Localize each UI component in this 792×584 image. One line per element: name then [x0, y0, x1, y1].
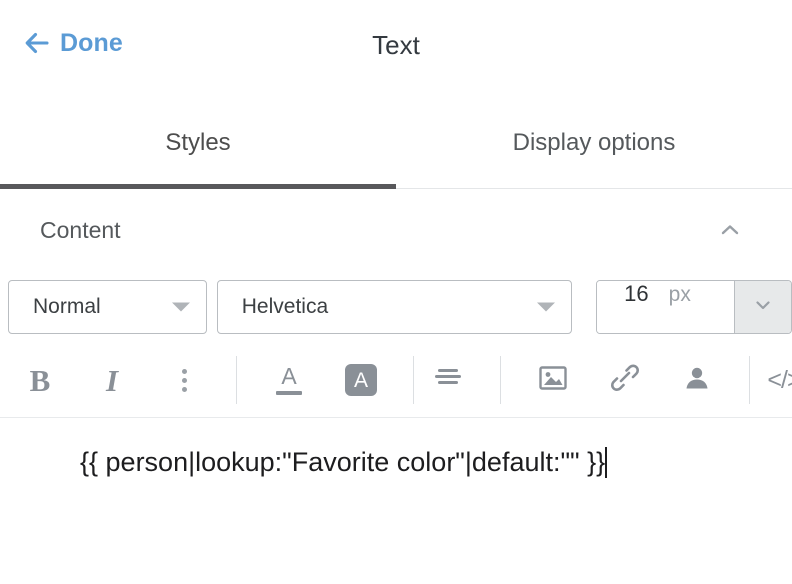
text-color-button[interactable]: A [269, 358, 309, 402]
paragraph-style-value: Normal [33, 295, 101, 319]
formatting-toolbar: B I A A [0, 343, 792, 418]
italic-icon: I [106, 365, 118, 396]
typography-controls: Normal Helvetica 16 px [0, 271, 792, 343]
text-editor-area[interactable]: {{ person|lookup:"Favorite color"|defaul… [0, 418, 792, 506]
tab-display-options[interactable]: Display options [396, 104, 792, 188]
tab-styles[interactable]: Styles [0, 104, 396, 188]
text-color-icon: A [276, 365, 302, 395]
toolbar-divider [236, 356, 237, 404]
insert-image-button[interactable] [533, 358, 573, 402]
editor-content: {{ person|lookup:"Favorite color"|defaul… [80, 446, 605, 478]
bold-button[interactable]: B [20, 358, 60, 402]
image-icon [537, 363, 569, 398]
align-button[interactable] [428, 358, 468, 402]
tab-display-options-label: Display options [513, 129, 676, 157]
panel-header: Done Text [0, 0, 792, 104]
caret-down-icon [537, 303, 555, 312]
bold-icon: B [30, 365, 51, 396]
toolbar-divider [413, 356, 414, 404]
font-size-control: 16 px [596, 280, 792, 334]
source-code-button[interactable]: </> [764, 358, 792, 402]
chevron-down-icon [752, 294, 774, 321]
text-caret [605, 447, 607, 478]
tab-bar: Styles Display options [0, 104, 792, 189]
toolbar-divider [500, 356, 501, 404]
caret-down-icon [172, 303, 190, 312]
content-section-header[interactable]: Content [0, 189, 792, 271]
page-title: Text [0, 32, 792, 58]
more-options-button[interactable] [164, 358, 204, 402]
font-family-select[interactable]: Helvetica [217, 280, 572, 334]
person-icon [682, 363, 712, 398]
font-size-dropdown-button[interactable] [734, 281, 791, 333]
font-size-unit: px [669, 283, 691, 307]
content-section-title: Content [40, 219, 121, 242]
font-size-input[interactable]: 16 px [597, 281, 734, 333]
highlight-color-icon: A [345, 364, 377, 396]
more-options-icon [182, 369, 187, 392]
tab-styles-label: Styles [165, 129, 230, 157]
highlight-color-button[interactable]: A [341, 358, 381, 402]
paragraph-style-select[interactable]: Normal [8, 280, 207, 334]
code-icon: </> [767, 368, 792, 393]
font-family-value: Helvetica [242, 295, 328, 319]
italic-button[interactable]: I [92, 358, 132, 402]
chevron-up-icon[interactable] [716, 216, 744, 244]
insert-link-button[interactable] [605, 358, 645, 402]
link-icon [609, 363, 641, 398]
align-icon [432, 365, 464, 396]
toolbar-divider [749, 356, 750, 404]
font-size-value: 16 [624, 281, 648, 307]
text-settings-panel: Done Text Styles Display options Content… [0, 0, 792, 584]
insert-person-button[interactable] [677, 358, 717, 402]
